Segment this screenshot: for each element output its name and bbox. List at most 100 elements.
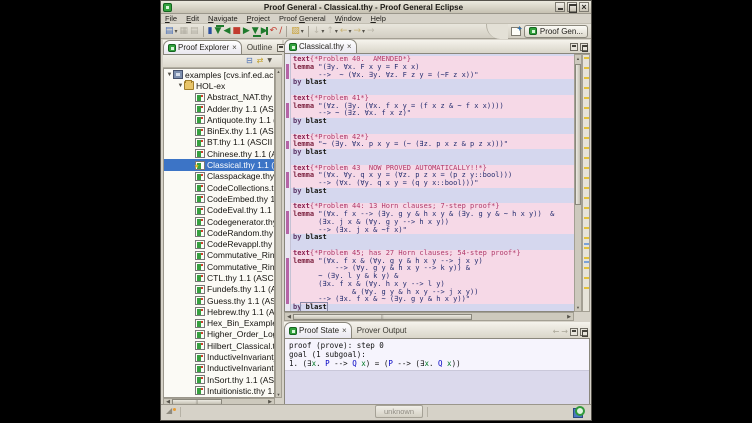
minimize-editor-icon[interactable]: [570, 43, 578, 51]
close-icon[interactable]: ×: [347, 42, 352, 51]
tree-item[interactable]: Higher_Order_Logic.thy: [164, 329, 274, 340]
occurrence-marker[interactable]: [584, 97, 589, 99]
tree-item[interactable]: Abstract_NAT.thy 1.1 (A: [164, 92, 274, 103]
menu-navigate[interactable]: Navigate: [208, 14, 238, 23]
editor-line[interactable]: by blast: [291, 149, 589, 157]
send-to-end-icon[interactable]: ▼: [252, 25, 259, 37]
tree-item[interactable]: CodeEval.thy 1.1 (ASC: [164, 205, 274, 216]
tree-vertical-scrollbar[interactable]: ▲▼: [275, 68, 282, 398]
scrollbar-thumb[interactable]: [575, 64, 581, 205]
menu-edit[interactable]: Edit: [186, 14, 199, 23]
occurrence-marker[interactable]: [584, 67, 589, 69]
occurrence-marker[interactable]: [584, 157, 589, 159]
status-search-icon[interactable]: [573, 406, 585, 417]
editor-line[interactable]: --> ~ (∀x. ∃y. ∀z. F z y = (~F z x))": [291, 72, 589, 80]
occurrence-marker[interactable]: [584, 207, 589, 209]
occurrence-marker[interactable]: [584, 267, 589, 269]
open-perspective-icon[interactable]: [511, 27, 521, 36]
occurrence-marker[interactable]: [584, 277, 589, 279]
new-wizard-icon[interactable]: ▤▾: [165, 25, 178, 37]
edit-pen-icon[interactable]: /: [279, 25, 282, 37]
occurrence-marker[interactable]: [584, 227, 589, 229]
editor-line[interactable]: by blast: [291, 118, 589, 126]
tree-item[interactable]: Intuitionistic.thy 1.1 (A: [164, 385, 274, 396]
minimize-view-icon[interactable]: [570, 328, 578, 336]
tree-item[interactable]: Guess.thy 1.1 (ASCII -k: [164, 295, 274, 306]
maximize-button[interactable]: [567, 2, 577, 12]
close-icon[interactable]: ×: [232, 43, 237, 52]
occurrence-marker[interactable]: [584, 287, 589, 289]
editor-line[interactable]: --> (∀x. (∀y. q x y = (q y x::bool)))": [291, 180, 589, 188]
occurrence-marker[interactable]: [584, 117, 589, 119]
menu-file[interactable]: File: [165, 14, 177, 23]
link-with-editor-icon[interactable]: ⇄: [257, 56, 264, 66]
editor-vertical-scrollbar[interactable]: ▲ ▼: [574, 54, 582, 312]
tree-item[interactable]: Hex_Bin_Examples.thy: [164, 318, 274, 329]
collapse-all-icon[interactable]: ⊟: [246, 56, 253, 66]
prover-status-button[interactable]: unknown: [375, 405, 423, 418]
editor-line[interactable]: lemma "~ (∃y. ∀x. p x y = (~ (∃z. p x z …: [291, 141, 589, 149]
open-folder-icon[interactable]: ▨▾: [291, 25, 304, 37]
maximize-editor-icon[interactable]: [580, 43, 588, 51]
expander-icon[interactable]: ▼: [177, 83, 184, 89]
menu-help[interactable]: Help: [370, 14, 385, 23]
editor-line[interactable]: by blast: [291, 304, 589, 311]
open-goals-icon[interactable]: ▮: [208, 25, 213, 37]
menu-proof-general[interactable]: Proof General: [279, 14, 326, 23]
tab-proof-state[interactable]: Proof State ×: [284, 322, 352, 338]
fast-view-icon[interactable]: [166, 407, 176, 417]
occurrence-marker[interactable]: [584, 127, 589, 129]
occurrence-marker[interactable]: [584, 177, 589, 179]
tree-item[interactable]: ▼HOL-ex: [164, 80, 274, 91]
editor-line[interactable]: by blast: [291, 79, 589, 87]
tab-outline[interactable]: Outline: [242, 40, 277, 54]
retract-all-icon[interactable]: ▼: [215, 25, 222, 37]
tree-item[interactable]: Chinese.thy 1.1 (ASCII: [164, 148, 274, 159]
goto-icon[interactable]: ▶: [261, 25, 268, 37]
tree-item[interactable]: Commutative_Ring_Con: [164, 250, 274, 261]
scroll-right-icon[interactable]: ▶: [565, 314, 573, 320]
occurrence-marker[interactable]: [584, 257, 589, 259]
tree-item[interactable]: Adder.thy 1.1 (ASCII -k: [164, 103, 274, 114]
title-bar[interactable]: Proof General - Classical.thy - Proof Ge…: [161, 1, 591, 14]
back-arrow-icon[interactable]: ←: [553, 327, 560, 336]
occurrence-marker[interactable]: [584, 87, 589, 89]
tree-item[interactable]: Commutative_RingEx.th: [164, 261, 274, 272]
menu-project[interactable]: Project: [247, 14, 270, 23]
occurrence-marker[interactable]: [584, 147, 589, 149]
occurrence-marker[interactable]: [584, 167, 589, 169]
undo-step-icon[interactable]: ◀: [223, 25, 230, 37]
occurrence-marker[interactable]: [584, 197, 589, 199]
minimize-button[interactable]: [555, 2, 565, 12]
editor-line[interactable]: by blast: [291, 188, 589, 196]
editor-line[interactable]: --> (∃x. j x & ~f x)": [291, 227, 589, 235]
tree-item[interactable]: CTL.thy 1.1 (ASCII -kkv: [164, 272, 274, 283]
interrupt-icon[interactable]: ■: [232, 25, 241, 37]
annotation-ruler[interactable]: [285, 54, 291, 311]
expander-icon[interactable]: ▼: [166, 72, 173, 78]
menu-window[interactable]: Window: [335, 14, 362, 23]
tree-item[interactable]: Classpackage.thy 1.1 (: [164, 171, 274, 182]
tree-item[interactable]: Antiquote.thy 1.1 (ASC: [164, 114, 274, 125]
editor-line[interactable]: --> ~ (∃z. ∀x. f x z)": [291, 110, 589, 118]
tree-item[interactable]: InductiveInvariant_exam: [164, 351, 274, 362]
close-icon[interactable]: ×: [342, 326, 347, 335]
next-step-icon[interactable]: ▶: [243, 25, 250, 37]
scroll-left-icon[interactable]: ◀: [285, 314, 293, 320]
tree-item[interactable]: InductiveInvariant.thy 1: [164, 363, 274, 374]
tab-proof-explorer[interactable]: Proof Explorer ×: [163, 40, 242, 54]
overview-ruler[interactable]: [582, 54, 590, 312]
tree-item[interactable]: CodeRevappl.thy 1.1 (A: [164, 238, 274, 249]
occurrence-marker[interactable]: [584, 237, 589, 239]
tree-item[interactable]: BT.thy 1.1 (ASCII -kkv): [164, 137, 274, 148]
tree-item[interactable]: ▼examples [cvs.inf.ed.ac.uk]: [164, 69, 274, 80]
scrollbar-thumb[interactable]: [293, 314, 472, 320]
tab-prover-output[interactable]: Prover Output: [352, 322, 412, 338]
occurrence-marker[interactable]: [584, 247, 589, 249]
close-button[interactable]: [579, 2, 589, 12]
tree-item[interactable]: Hebrew.thy 1.1 (ASCII -: [164, 306, 274, 317]
forward-arrow-icon[interactable]: →: [561, 327, 568, 336]
occurrence-marker[interactable]: [584, 137, 589, 139]
tree-item[interactable]: Codegenerator.thy 1.1: [164, 216, 274, 227]
perspective-button[interactable]: Proof Gen...: [524, 25, 588, 38]
